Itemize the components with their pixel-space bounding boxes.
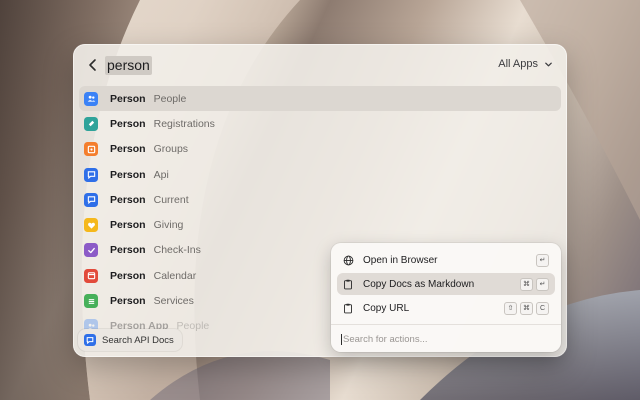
result-title: Person (110, 143, 146, 156)
result-row[interactable]: Person People (79, 86, 561, 112)
result-subtitle: Services (153, 295, 194, 308)
shift-key-icon: ⇧ (504, 302, 517, 315)
groups-icon (84, 142, 98, 157)
result-row[interactable]: Person Giving (79, 212, 561, 237)
action-label: Copy URL (363, 302, 410, 314)
action-open-in-browser[interactable]: Open in Browser ↵ (337, 249, 555, 271)
search-api-docs-button[interactable]: Search API Docs (78, 329, 182, 351)
result-row[interactable]: Person Current (79, 187, 561, 212)
c-key: C (536, 302, 549, 315)
result-title: Person (110, 168, 146, 181)
result-title: Person (110, 295, 146, 308)
result-title: Person (110, 269, 146, 282)
action-label: Copy Docs as Markdown (363, 278, 475, 290)
result-row[interactable]: Person Api (79, 162, 561, 187)
chevron-down-icon (545, 62, 552, 66)
result-subtitle: Check-Ins (153, 244, 201, 257)
result-subtitle: Giving (153, 219, 184, 232)
result-subtitle: Current (153, 193, 189, 206)
result-row[interactable]: Person Groups (79, 137, 561, 162)
clipboard-icon (342, 302, 354, 314)
action-label: Open in Browser (363, 254, 438, 266)
services-icon (84, 294, 98, 309)
result-row[interactable]: Person Registrations (79, 111, 561, 136)
api-icon (84, 167, 98, 182)
result-subtitle: Registrations (153, 117, 215, 130)
result-title: Person (110, 219, 146, 232)
calendar-icon (84, 268, 98, 283)
current-icon (84, 192, 98, 207)
panel-divider (331, 324, 561, 325)
actions-panel: Open in Browser ↵ Copy Docs as Markdown … (331, 243, 561, 352)
result-title: Person (110, 193, 146, 206)
giving-icon (84, 218, 98, 233)
shortcut-keys: ⌘ ↵ (520, 278, 549, 291)
action-copy-docs-as-markdown[interactable]: Copy Docs as Markdown ⌘ ↵ (337, 273, 555, 295)
result-title: Person (110, 92, 146, 105)
result-subtitle: People (153, 92, 187, 105)
registrations-icon (84, 116, 98, 131)
clipboard-icon (342, 278, 354, 290)
app-filter-label: All Apps (498, 58, 538, 70)
result-subtitle: People (176, 320, 210, 333)
text-caret (341, 333, 342, 345)
result-title: Person (110, 117, 146, 130)
api-docs-icon (84, 334, 96, 346)
people-icon (84, 91, 98, 106)
return-key-icon: ↵ (536, 278, 549, 291)
action-search-input[interactable]: Search for actions... (341, 331, 551, 347)
result-subtitle: Calendar (153, 269, 197, 282)
search-input[interactable]: person (105, 56, 152, 75)
check-ins-icon (84, 243, 98, 258)
search-bar: person All Apps (73, 44, 567, 86)
result-subtitle: Api (153, 168, 169, 181)
search-api-docs-label: Search API Docs (102, 334, 174, 346)
app-filter-dropdown[interactable]: All Apps (498, 58, 553, 70)
result-subtitle: Groups (153, 143, 189, 156)
command-key-icon: ⌘ (520, 278, 533, 291)
action-search-placeholder: Search for actions... (343, 333, 428, 345)
shortcut-keys: ↵ (536, 254, 549, 267)
return-key-icon: ↵ (536, 254, 549, 267)
back-chevron-icon[interactable] (85, 57, 101, 73)
globe-icon (342, 254, 354, 266)
action-copy-url[interactable]: Copy URL ⇧ ⌘ C (337, 297, 555, 319)
result-title: Person (110, 244, 146, 257)
shortcut-keys: ⇧ ⌘ C (504, 302, 549, 315)
command-key-icon: ⌘ (520, 302, 533, 315)
